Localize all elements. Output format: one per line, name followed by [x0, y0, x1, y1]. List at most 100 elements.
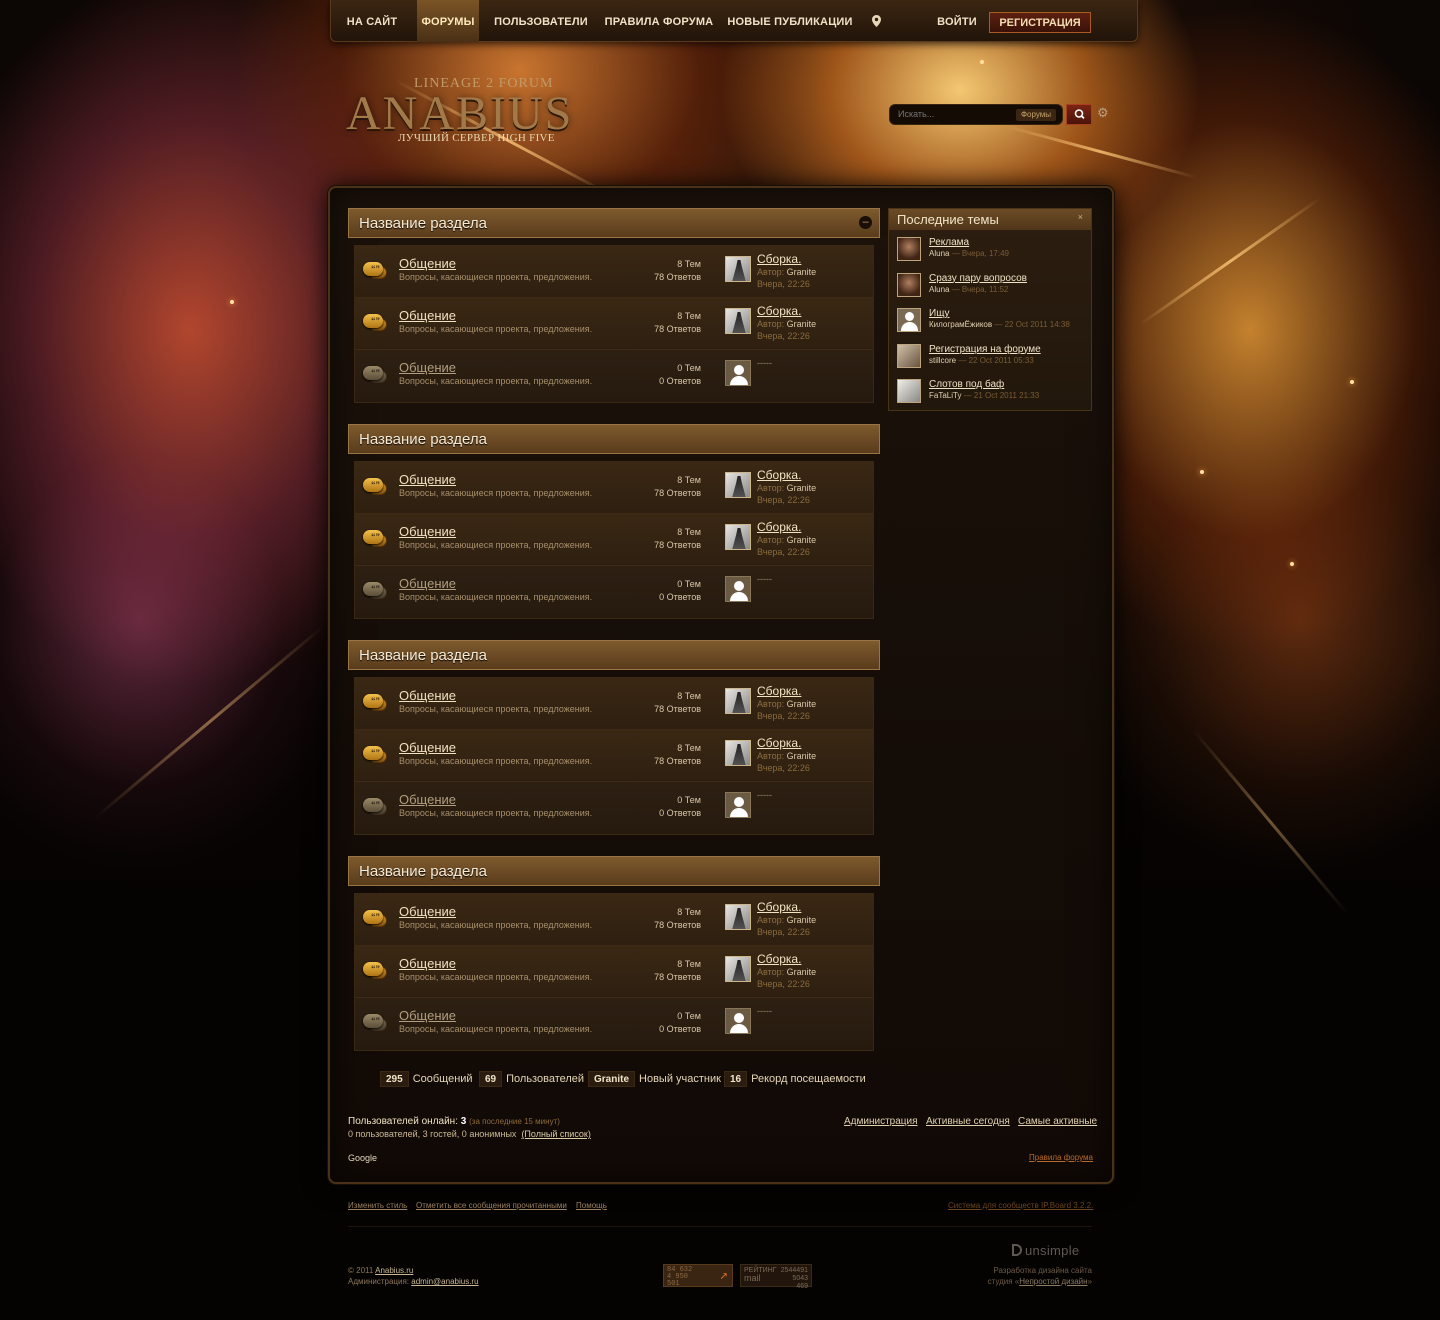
forum-description: Вопросы, касающиеся проекта, предложения… [399, 1024, 593, 1034]
forum-title-link[interactable]: Общение [399, 472, 456, 487]
admin-email-link[interactable]: admin@anabius.ru [411, 1277, 478, 1286]
avatar[interactable] [725, 524, 751, 550]
nav-users[interactable]: ПОЛЬЗОВАТЕЛИ [491, 0, 591, 42]
forum-status-icon: “” [363, 262, 387, 280]
forum-title-link[interactable]: Общение [399, 576, 456, 591]
author-link[interactable]: Granite [787, 915, 817, 925]
forum-title-link[interactable]: Общение [399, 308, 456, 323]
last-post-author: Автор: Granite [757, 535, 817, 545]
forum-title-link[interactable]: Общение [399, 792, 456, 807]
last-post-title-link[interactable]: Сборка. [757, 952, 801, 966]
forum-description: Вопросы, касающиеся проекта, предложения… [399, 488, 593, 498]
site-logo[interactable]: LINEAGE 2 FORUM ANABIUS ЛУЧШИЙ СЕРВЕР HI… [346, 74, 616, 144]
location-pin-icon[interactable] [865, 0, 887, 42]
last-post-title-link[interactable]: Сборка. [757, 736, 801, 750]
forum-title-link[interactable]: Общение [399, 256, 456, 271]
nav-rules[interactable]: ПРАВИЛА ФОРУМА [603, 0, 715, 42]
author-link[interactable]: Granite [787, 751, 817, 761]
recent-topic-link[interactable]: Сразу пару вопросов [929, 273, 1027, 284]
forum-description: Вопросы, касающиеся проекта, предложения… [399, 756, 593, 766]
avatar[interactable] [725, 256, 751, 282]
stat-record: 16 Рекорд посещаемости [724, 1071, 866, 1087]
link-active-today[interactable]: Активные сегодня [926, 1116, 1010, 1127]
forum-stats: 0 Тем 0 Ответов [659, 795, 701, 818]
forum-title-link[interactable]: Общение [399, 1008, 456, 1023]
search-input[interactable] [898, 105, 1018, 124]
avatar[interactable] [725, 956, 751, 982]
link-most-active[interactable]: Самые активные [1018, 1116, 1097, 1127]
login-button[interactable]: ВОЙТИ [929, 0, 985, 42]
author-link[interactable]: Granite [787, 535, 817, 545]
last-post-empty: ----- [757, 574, 772, 584]
avatar[interactable] [897, 343, 921, 368]
studio-link[interactable]: Непростой дизайн [1019, 1277, 1087, 1286]
last-post-author: Автор: Granite [757, 699, 817, 709]
nav-site[interactable]: НА САЙТ [339, 0, 405, 42]
last-post-title-link[interactable]: Сборка. [757, 520, 801, 534]
avatar[interactable] [897, 237, 921, 261]
avatar[interactable] [725, 904, 751, 930]
recent-topic-link[interactable]: Слотов под баф [929, 379, 1004, 390]
author-link[interactable]: Granite [787, 699, 817, 709]
forum-title-link[interactable]: Общение [399, 904, 456, 919]
forum-title-link[interactable]: Общение [399, 524, 456, 539]
forum-title-link[interactable]: Общение [399, 740, 456, 755]
last-post-title-link[interactable]: Сборка. [757, 900, 801, 914]
avatar[interactable] [897, 272, 921, 297]
forum-title-link[interactable]: Общение [399, 360, 456, 375]
avatar[interactable] [725, 308, 751, 334]
avatar[interactable] [897, 379, 921, 403]
section-title[interactable]: Название раздела [348, 640, 880, 670]
studio-logo[interactable]: unsimple [1012, 1243, 1079, 1258]
link-administration[interactable]: Администрация [844, 1116, 918, 1127]
last-post-title-link[interactable]: Сборка. [757, 304, 801, 318]
site-link[interactable]: Anabius.ru [375, 1266, 413, 1275]
search-scope[interactable]: Форумы [1015, 109, 1056, 121]
search-button[interactable] [1066, 104, 1092, 125]
collapse-icon[interactable]: – [859, 216, 872, 229]
last-post-date: Вчера, 22:26 [757, 711, 810, 721]
ipboard-link[interactable]: Система для сообществ IP.Board 3.2.2. [948, 1201, 1093, 1210]
recent-topic-link[interactable]: Регистрация на форуме [929, 344, 1041, 355]
forum-rules-link[interactable]: Правила форума [1029, 1153, 1093, 1162]
gear-icon[interactable]: ⚙ [1097, 106, 1111, 120]
avatar[interactable] [725, 688, 751, 714]
change-style-link[interactable]: Изменить стиль [348, 1201, 407, 1210]
recent-topic-item: Ищу КилограмЁжиков — 22 Oct 2011 14:38 [897, 308, 1087, 342]
stat-newest-member[interactable]: Granite Новый участник [588, 1071, 721, 1087]
author-link[interactable]: Granite [787, 483, 817, 493]
recent-topic-link[interactable]: Реклама [929, 237, 969, 248]
nav-forums[interactable]: ФОРУМЫ [417, 0, 479, 42]
forum-status-icon: “” [363, 694, 387, 712]
recent-topic-item: Регистрация на форуме stillcore — 22 Oct … [897, 343, 1087, 378]
last-post-date: Вчера, 22:26 [757, 927, 810, 937]
mail-rating-counter[interactable]: РЕЙТИНГ 2544491 mail 5043 469 [740, 1264, 812, 1290]
mark-all-read-link[interactable]: Отметить все сообщения прочитанными [416, 1201, 567, 1210]
section-title[interactable]: Название раздела [348, 424, 880, 454]
recent-topic-meta: Aluna — Вчера, 17:49 [929, 249, 1009, 258]
help-link[interactable]: Помощь [576, 1201, 607, 1210]
last-post-title-link[interactable]: Сборка. [757, 468, 801, 482]
forum-row: “” Общение Вопросы, касающиеся проекта, пр… [355, 246, 873, 298]
register-button[interactable]: РЕГИСТРАЦИЯ [989, 12, 1091, 33]
avatar[interactable] [897, 308, 921, 332]
close-icon[interactable]: × [1078, 212, 1083, 222]
recent-topic-link[interactable]: Ищу [929, 308, 950, 319]
forum-row: “” Общение Вопросы, касающиеся проекта, пр… [355, 566, 873, 618]
last-post-title-link[interactable]: Сборка. [757, 684, 801, 698]
section-title[interactable]: Название раздела [348, 208, 880, 238]
last-post-title-link[interactable]: Сборка. [757, 252, 801, 266]
forum-status-icon: “” [363, 530, 387, 548]
author-link[interactable]: Granite [787, 319, 817, 329]
last-post-empty: ----- [757, 358, 772, 368]
avatar[interactable] [725, 740, 751, 766]
author-link[interactable]: Granite [787, 967, 817, 977]
forum-title-link[interactable]: Общение [399, 688, 456, 703]
visit-counter[interactable]: 84 632 4 950 501 ↗ [663, 1264, 733, 1288]
full-list-link[interactable]: (Полный список) [521, 1129, 590, 1139]
author-link[interactable]: Granite [787, 267, 817, 277]
nav-new-posts[interactable]: НОВЫЕ ПУБЛИКАЦИИ [727, 0, 853, 42]
section-title[interactable]: Название раздела [348, 856, 880, 886]
forum-title-link[interactable]: Общение [399, 956, 456, 971]
avatar[interactable] [725, 472, 751, 498]
